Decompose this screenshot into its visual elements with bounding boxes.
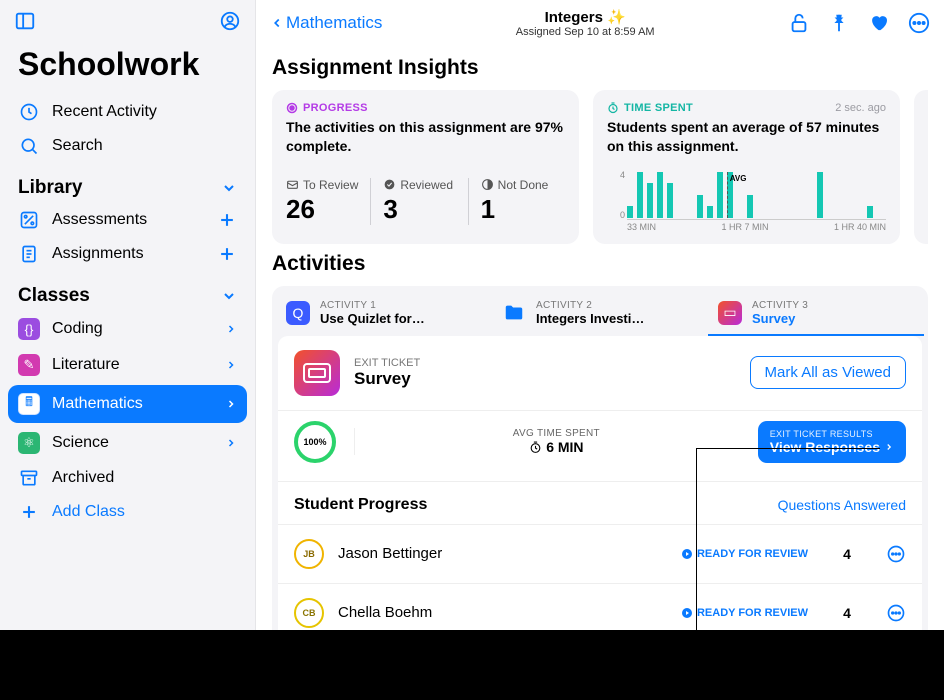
avg-time-metric: AVG TIME SPENT 6 MIN <box>354 428 740 455</box>
chevron-down-icon <box>221 180 237 196</box>
progress-card[interactable]: PROGRESS The activities on this assignme… <box>272 90 579 244</box>
student-name: Jason Bettinger <box>338 545 442 562</box>
class-icon: 🖩 <box>18 393 40 415</box>
sidebar-item-assessments[interactable]: Assessments <box>0 203 255 237</box>
bottom-mask <box>0 630 944 700</box>
sidebar-item-search[interactable]: Search <box>0 129 255 163</box>
back-button[interactable]: Mathematics <box>270 13 382 33</box>
student-progress-heading: Student Progress <box>294 496 427 514</box>
sidebar-item-mathematics[interactable]: 🖩 Mathematics <box>8 385 247 423</box>
sidebar-item-recent[interactable]: Recent Activity <box>0 95 255 129</box>
progress-text: The activities on this assignment are 97… <box>286 118 565 156</box>
time-spent-card[interactable]: 2 sec. ago TIME SPENT Students spent an … <box>593 90 900 244</box>
sidebar: Schoolwork Recent Activity Search Librar… <box>0 0 256 700</box>
time-chart: 40 AVG 33 MIN 1 HR 7 MIN 1 HR 40 MIN <box>607 172 886 232</box>
chevron-right-icon <box>225 398 237 410</box>
next-card-sliver[interactable] <box>914 90 928 244</box>
annotation-line <box>696 448 880 449</box>
add-class-button[interactable]: Add Class <box>0 495 255 529</box>
chevron-down-icon <box>221 288 237 304</box>
stat-reviewed: Reviewed 3 <box>370 178 467 225</box>
sidebar-item-literature[interactable]: ✎ Literature <box>0 347 255 383</box>
status-badge: READY FOR REVIEW <box>681 607 808 619</box>
plus-icon[interactable] <box>217 210 237 230</box>
sidebar-item-label: Search <box>52 137 103 155</box>
heart-icon[interactable] <box>868 12 890 34</box>
app-title: Schoolwork <box>0 36 255 95</box>
questions-answered-column[interactable]: Questions Answered <box>778 497 906 513</box>
main-content: Mathematics Integers ✨ Assigned Sep 10 a… <box>256 0 944 700</box>
class-icon: ✎ <box>18 354 40 376</box>
time-ago: 2 sec. ago <box>835 102 886 114</box>
clock-icon <box>18 102 40 122</box>
more-icon[interactable] <box>908 12 930 34</box>
sidebar-item-label: Archived <box>52 469 114 487</box>
plus-icon[interactable] <box>217 244 237 264</box>
chevron-right-icon <box>225 437 237 449</box>
progress-label: PROGRESS <box>286 102 565 114</box>
chevron-right-icon <box>225 323 237 335</box>
sidebar-item-label: Assignments <box>52 245 144 263</box>
class-icon: ⚛ <box>18 432 40 454</box>
ticket-icon: ▭ <box>718 301 742 325</box>
row-more-icon[interactable] <box>886 544 906 564</box>
chevron-right-icon <box>225 359 237 371</box>
lock-open-icon[interactable] <box>788 12 810 34</box>
row-more-icon[interactable] <box>886 603 906 623</box>
completion-donut: 100% <box>294 421 336 463</box>
avatar: JB <box>294 539 324 569</box>
sidebar-item-coding[interactable]: {} Coding <box>0 311 255 347</box>
sidebar-header-classes[interactable]: Classes <box>0 271 255 311</box>
topbar: Mathematics Integers ✨ Assigned Sep 10 a… <box>256 0 944 44</box>
mark-all-viewed-button[interactable]: Mark All as Viewed <box>750 356 906 389</box>
stat-to-review: To Review 26 <box>286 178 370 225</box>
avatar: CB <box>294 598 324 628</box>
sidebar-item-label: Science <box>52 434 109 452</box>
activities-panel: Q ACTIVITY 1Use Quizlet for… ACTIVITY 2I… <box>272 286 928 642</box>
sidebar-item-label: Assessments <box>52 211 147 229</box>
percent-icon <box>18 210 40 230</box>
sidebar-item-label: Coding <box>52 320 103 338</box>
search-icon <box>18 136 40 156</box>
sidebar-toggle-icon[interactable] <box>14 10 36 32</box>
sidebar-item-label: Mathematics <box>52 395 143 413</box>
archive-icon <box>18 468 40 488</box>
tab-activity-2[interactable]: ACTIVITY 2Integers Investi… <box>492 292 708 336</box>
class-icon: {} <box>18 318 40 340</box>
tab-activity-3[interactable]: ▭ ACTIVITY 3Survey <box>708 292 924 336</box>
document-icon <box>18 244 40 264</box>
student-row[interactable]: JB Jason Bettinger READY FOR REVIEW 4 <box>278 524 922 583</box>
sidebar-item-label: Literature <box>52 356 120 374</box>
exit-ticket-icon <box>294 350 340 396</box>
sidebar-item-label: Recent Activity <box>52 103 157 121</box>
sidebar-item-assignments[interactable]: Assignments <box>0 237 255 271</box>
tab-activity-1[interactable]: Q ACTIVITY 1Use Quizlet for… <box>276 292 492 336</box>
sidebar-item-science[interactable]: ⚛ Science <box>0 425 255 461</box>
answer-count: 4 <box>832 605 862 621</box>
sidebar-header-library[interactable]: Library <box>0 163 255 203</box>
time-text: Students spent an average of 57 minutes … <box>607 118 886 156</box>
answer-count: 4 <box>832 546 862 562</box>
exit-ticket-title: EXIT TICKET Survey <box>354 357 420 389</box>
status-badge: READY FOR REVIEW <box>681 548 808 560</box>
student-name: Chella Boehm <box>338 604 432 621</box>
insights-heading: Assignment Insights <box>272 56 928 80</box>
pin-icon[interactable] <box>828 12 850 34</box>
sidebar-item-label: Add Class <box>52 503 125 521</box>
account-icon[interactable] <box>219 10 241 32</box>
view-responses-button[interactable]: EXIT TICKET RESULTS View Responses <box>758 421 906 463</box>
quizlet-icon: Q <box>286 301 310 325</box>
page-title: Integers ✨ Assigned Sep 10 at 8:59 AM <box>382 8 788 38</box>
activities-heading: Activities <box>272 252 928 276</box>
stat-not-done: Not Done 1 <box>468 178 565 225</box>
folder-icon <box>502 301 526 325</box>
plus-icon <box>18 502 40 522</box>
sidebar-item-archived[interactable]: Archived <box>0 461 255 495</box>
